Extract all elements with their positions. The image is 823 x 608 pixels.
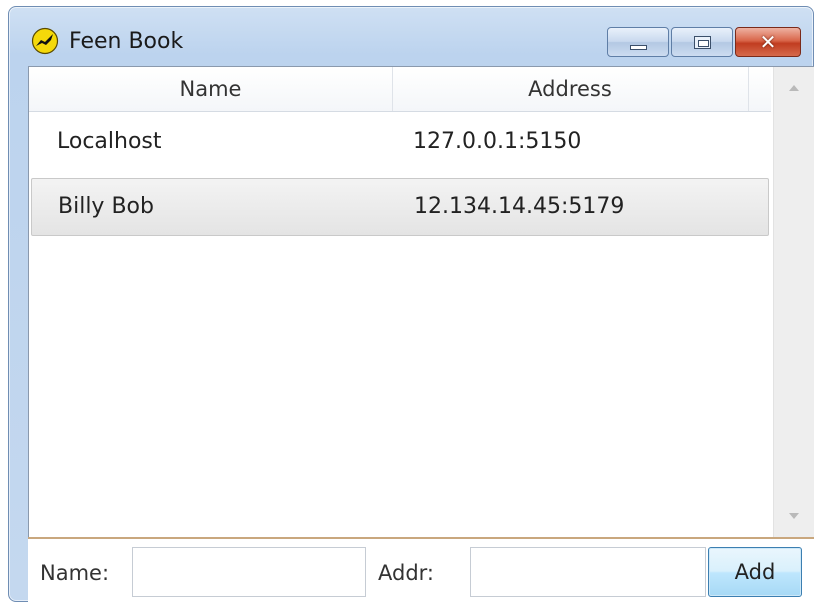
row-name: Localhost xyxy=(57,129,162,154)
scroll-up-icon[interactable] xyxy=(789,85,799,91)
app-logo-icon xyxy=(31,27,59,55)
close-button[interactable]: ✕ xyxy=(735,27,801,57)
addr-label: Addr: xyxy=(378,561,434,585)
scroll-down-icon[interactable] xyxy=(789,513,799,519)
row-address: 12.134.14.45:5179 xyxy=(414,194,625,219)
address-input[interactable] xyxy=(470,547,706,597)
close-icon: ✕ xyxy=(759,30,777,54)
contacts-list[interactable]: Name Address Localhost 127.0.0.1:5150 Bi… xyxy=(28,66,814,542)
vertical-scrollbar[interactable] xyxy=(773,67,814,541)
window-title: Feen Book xyxy=(69,29,184,54)
row-name: Billy Bob xyxy=(58,194,154,219)
title-bar[interactable]: Feen Book ✕ xyxy=(9,7,813,65)
list-header: Name Address xyxy=(29,67,771,112)
list-row-selected[interactable]: Billy Bob 12.134.14.45:5179 xyxy=(31,178,769,236)
minimize-button[interactable] xyxy=(607,27,669,57)
name-input[interactable] xyxy=(132,547,366,597)
add-button[interactable]: Add xyxy=(708,547,802,597)
maximize-button[interactable] xyxy=(671,27,733,57)
row-address: 127.0.0.1:5150 xyxy=(413,129,582,154)
add-entry-bar: Name: Addr: Add xyxy=(28,537,814,603)
minimize-icon xyxy=(630,45,647,50)
maximize-icon xyxy=(694,36,711,49)
name-label: Name: xyxy=(40,561,110,585)
column-header-address[interactable]: Address xyxy=(392,67,749,111)
app-window: Feen Book ✕ Name Address Localhost 127.0… xyxy=(8,6,814,603)
list-row[interactable]: Localhost 127.0.0.1:5150 xyxy=(31,113,769,171)
column-header-name[interactable]: Name xyxy=(29,67,393,111)
